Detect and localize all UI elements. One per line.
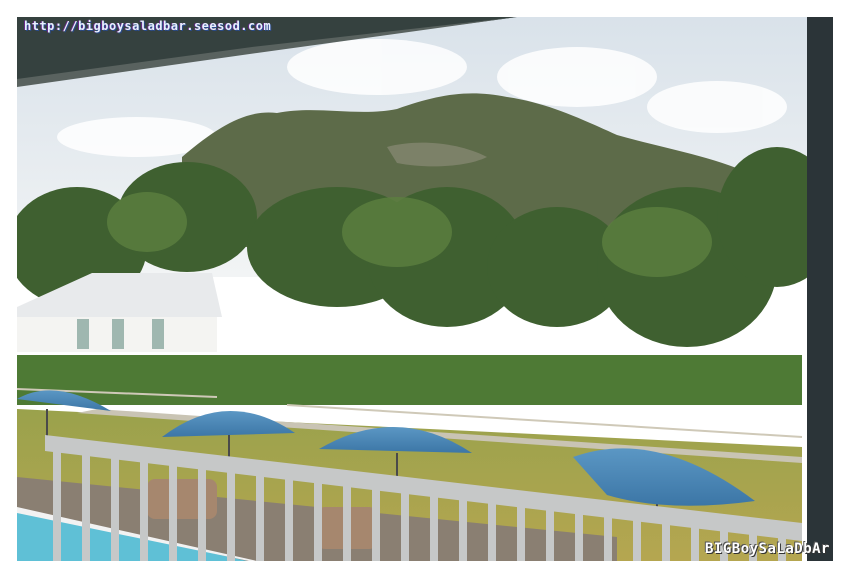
- railing-baluster: [140, 448, 148, 561]
- railing-baluster: [546, 495, 554, 561]
- railing-baluster: [430, 481, 438, 561]
- railing-baluster: [227, 458, 235, 561]
- railing-baluster: [111, 444, 119, 561]
- railing-baluster: [517, 491, 525, 561]
- railing-baluster: [256, 461, 264, 561]
- railing-baluster: [459, 485, 467, 561]
- hedge: [17, 355, 802, 405]
- window-frame: [807, 17, 833, 561]
- railing-baluster: [662, 508, 670, 561]
- railing-baluster: [198, 454, 206, 561]
- railing-baluster: [575, 498, 583, 561]
- railing-baluster: [633, 505, 641, 561]
- railing-baluster: [169, 451, 177, 561]
- railing-baluster: [53, 437, 61, 561]
- watermark-url: http://bigboysaladbar.seesod.com: [24, 19, 272, 33]
- railing-baluster: [82, 441, 90, 561]
- railing-baluster: [314, 468, 322, 561]
- railing-baluster: [604, 501, 612, 561]
- watermark-signature: BIGBoySaLaDbAr: [704, 541, 830, 557]
- resort-view-photo: [17, 17, 833, 561]
- railing-baluster: [285, 464, 293, 561]
- railing-baluster: [401, 478, 409, 561]
- railing-baluster: [691, 512, 699, 561]
- railing-baluster: [372, 475, 380, 561]
- railing-baluster: [488, 488, 496, 561]
- railing-baluster: [343, 471, 351, 561]
